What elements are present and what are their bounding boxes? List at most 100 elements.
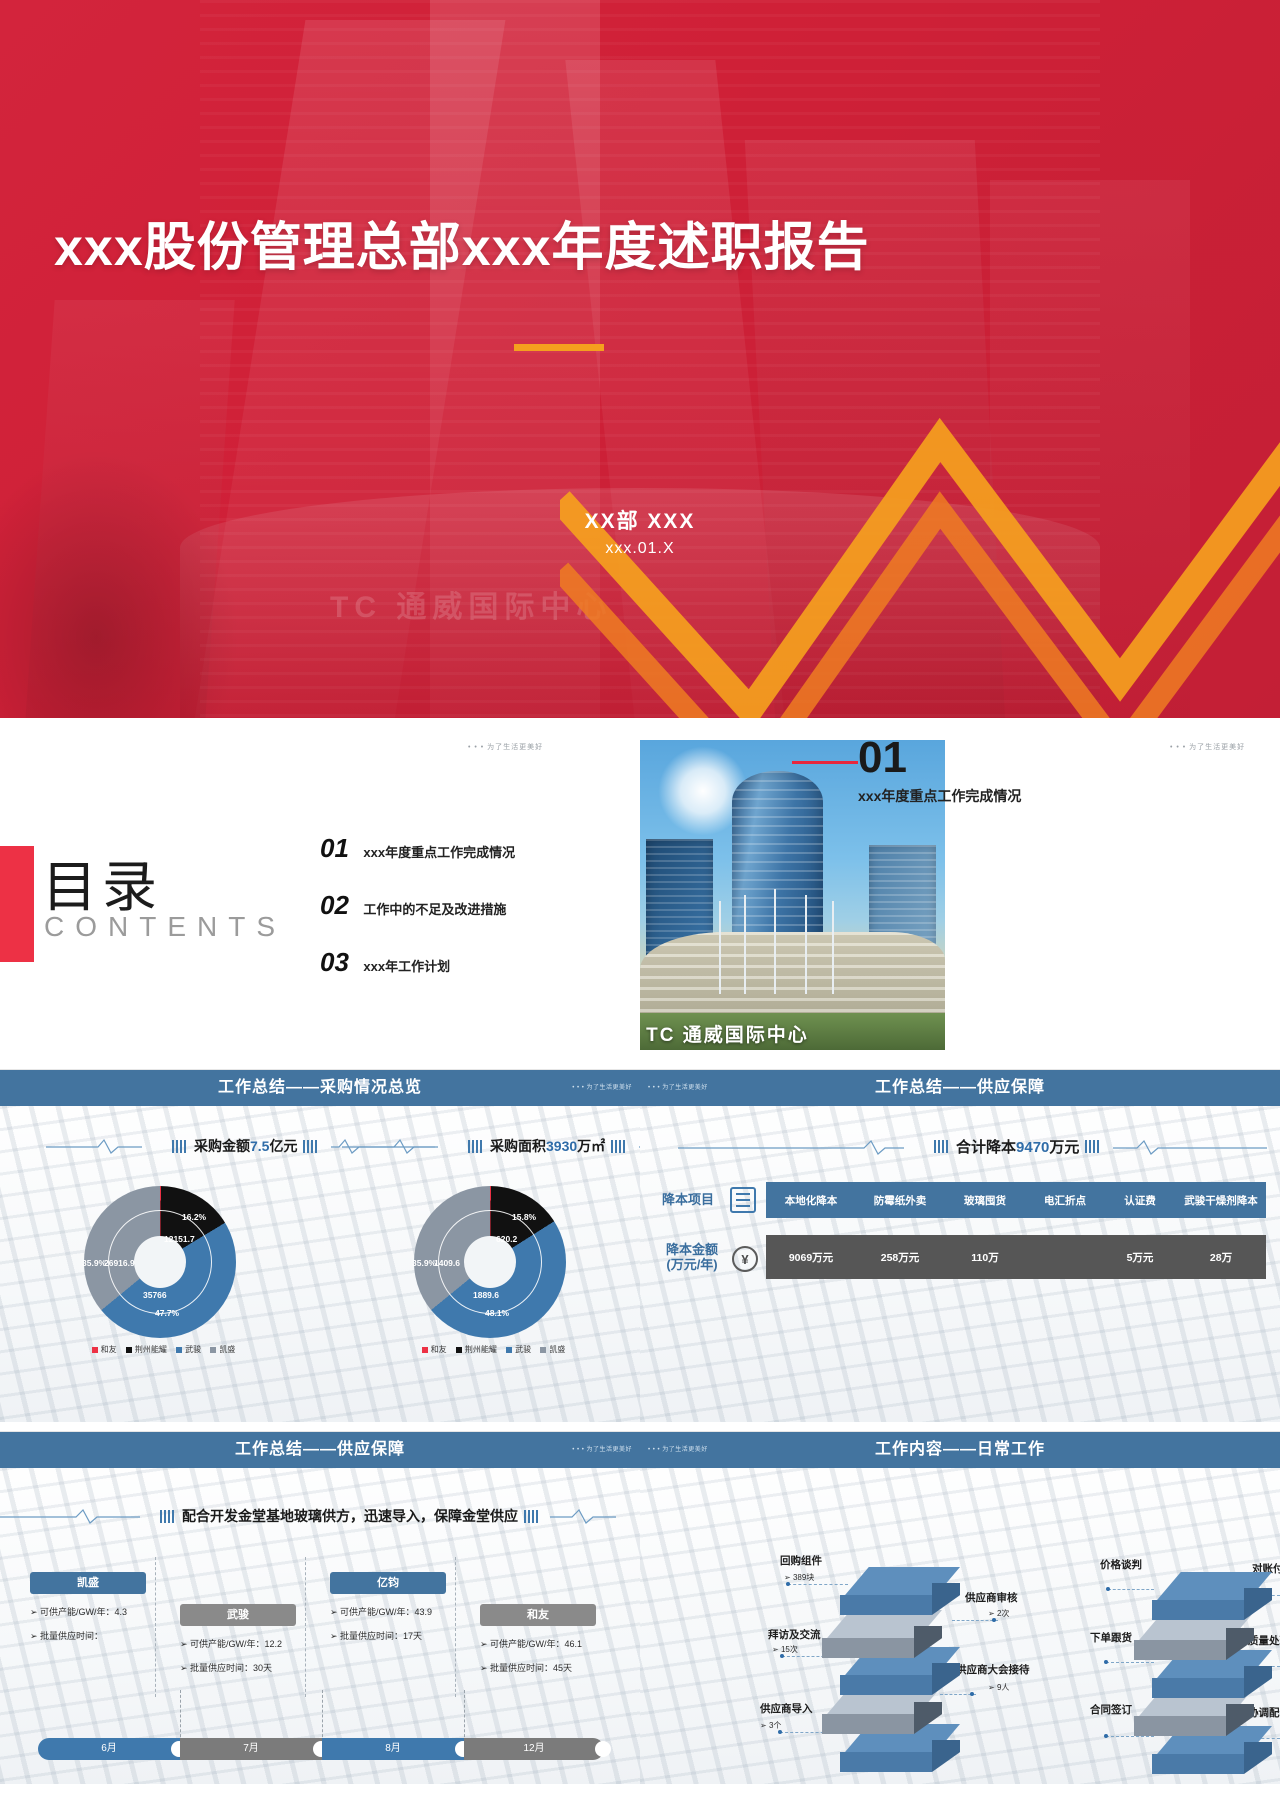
leader-line: [1108, 1589, 1154, 1590]
section-divider-panel: • • • 为了生活更美好 TC 通威国际中心 01 xxx年度重点工作完成情况: [640, 718, 1280, 1070]
table-cell: 110万: [971, 1251, 999, 1264]
donut-inner-label: 26916.9: [104, 1258, 135, 1268]
bars-icon: [172, 1139, 188, 1153]
bars-icon: [160, 1509, 176, 1523]
table-column-header: 认证费: [1124, 1194, 1156, 1207]
leader-line: [788, 1584, 848, 1585]
vendor-banner: 配合开发金堂基地玻璃供方，迅速导入，保障金堂供应: [0, 1506, 616, 1526]
table-value-row: 9069万元 258万元 110万 5万元 28万: [766, 1235, 1266, 1279]
timeline-label: 8月: [385, 1743, 401, 1754]
section-number: 01: [858, 733, 907, 782]
stack-value: ➢ 389块: [784, 1573, 815, 1582]
toc-item-3[interactable]: 03 xxx年工作计划: [320, 947, 450, 978]
flagpole: [774, 888, 777, 995]
donut-legend: 和友 荆州能耀 武骏 凯盛: [390, 1344, 590, 1355]
bars-icon: [1085, 1140, 1102, 1153]
vendor-name-chip: 武骏: [180, 1604, 296, 1626]
stack-slab: [1152, 1572, 1272, 1622]
stack-value: ➢ 3个: [760, 1721, 782, 1730]
slide-header-title: 工作总结——供应保障: [874, 1079, 1045, 1096]
toc-label: 工作中的不足及改进措施: [363, 902, 507, 917]
leader-dot: [1104, 1734, 1108, 1738]
donut-outer-label: 35.9%: [412, 1258, 437, 1268]
chart1-title: 采购金额7.5亿元: [194, 1138, 298, 1154]
wave-line-right-icon: [639, 1146, 640, 1148]
contents-heading-cn: 目录: [42, 856, 163, 918]
toc-item-1[interactable]: 01 xxx年度重点工作完成情况: [320, 833, 515, 864]
title-underline: [514, 344, 604, 351]
flagpole: [832, 901, 835, 995]
table-row-label-amount: 降本金额 (万元/年): [665, 1242, 718, 1272]
corner-dots-right: • • • 为了生活更美好: [1170, 744, 1246, 751]
timeline[interactable]: 6月 7月 8月 12月: [38, 1738, 611, 1760]
donut-outer-label: 48.1%: [485, 1308, 510, 1318]
stack-label: 回购组件: [780, 1555, 822, 1567]
stack-label: 合同签订: [1090, 1704, 1132, 1716]
vendor-name-chip: 凯盛: [30, 1572, 146, 1594]
contents-left-panel: 目录 CONTENTS • • • 为了生活更美好 01 xxx年度重点工作完成…: [0, 718, 640, 1070]
bars-icon: [934, 1140, 950, 1153]
table-cell: 5万元: [1126, 1251, 1154, 1264]
donut-outer-label: 16.2%: [182, 1212, 207, 1222]
donut-inner-label: 1889.6: [473, 1290, 499, 1300]
vendor-card-3[interactable]: 亿钧 ➢ 可供产能/GW/年：43.9 ➢ 批量供应时间：17天: [330, 1572, 446, 1642]
toc-number: 03: [320, 947, 349, 977]
toc-item-2[interactable]: 02 工作中的不足及改进措施: [320, 890, 506, 921]
donut-outer-label: 47.7%: [155, 1308, 180, 1318]
timeline-segment[interactable]: 6月: [38, 1738, 187, 1760]
wave-line-left-icon: [342, 1138, 438, 1154]
list-icon: [730, 1187, 756, 1213]
slide-supply-vendors: 工作总结——供应保障 • • • 为了生活更美好 配合开发金堂基地玻璃供方，迅速…: [0, 1432, 640, 1784]
slide-supply-cost-reduction: 工作总结——供应保障 • • • 为了生活更美好 合计降本9470万元 降本项目…: [640, 1070, 1280, 1422]
stack-slab: [840, 1567, 960, 1617]
vendor-card-1[interactable]: 凯盛 ➢ 可供产能/GW/年：4.3 ➢ 批量供应时间：: [30, 1572, 146, 1642]
table-cell: 9069万元: [788, 1251, 834, 1264]
header-corner-dots: • • • 为了生活更美好: [572, 1447, 632, 1453]
table-column-header: 武骏干燥剂降本: [1184, 1194, 1258, 1207]
timeline-label: 6月: [101, 1743, 117, 1754]
timeline-segment[interactable]: 7月: [180, 1738, 329, 1760]
stack-label: 供应商大会接待: [956, 1664, 1030, 1676]
cost-reduction-total: 合计降本9470万元: [956, 1139, 1080, 1156]
corner-dots-left: • • • 为了生活更美好: [468, 744, 544, 751]
header-corner-dots: • • • 为了生活更美好: [648, 1447, 708, 1453]
leader-dot: [970, 1692, 974, 1696]
donut-legend: 和友 荆州能耀 武骏 凯盛: [60, 1344, 260, 1355]
vendor-detail: ➢ 可供产能/GW/年：46.1: [480, 1639, 583, 1649]
slide-daily-work: 工作内容——日常工作 • • • 为了生活更美好 回购组件 ➢ 389块 供应商…: [640, 1432, 1280, 1784]
presenter-name: XX部 XXX: [584, 510, 696, 533]
page-title: xxx股份管理总部xxx年度述职报告: [54, 219, 870, 277]
vendor-name-chip: 亿钧: [330, 1572, 446, 1594]
donut-inner-label: 620.2: [496, 1234, 518, 1244]
wave-line-left-icon: [0, 1509, 140, 1524]
vendor-detail: ➢ 批量供应时间：45天: [480, 1663, 573, 1673]
wave-line-right-icon: [550, 1509, 616, 1524]
slide-title: TC 通威国际中心 xxx股份管理总部xxx年度述职报告 XX部 XXX xxx…: [0, 0, 1280, 718]
timeline-label: 7月: [243, 1743, 259, 1754]
stack-label: 拜访及交流: [768, 1629, 821, 1641]
donut-chart-amount: 16.2% 47.7% 35.9% 12151.7 35766 26916.9 …: [60, 1186, 260, 1354]
vendor-detail: ➢ 批量供应时间：: [30, 1631, 104, 1641]
presentation-date: xxx.01.X: [605, 540, 675, 557]
vendor-detail: ➢ 批量供应时间：17天: [330, 1631, 423, 1641]
timeline-tick: [180, 1690, 181, 1742]
timeline-segment[interactable]: 12月: [464, 1738, 611, 1760]
slide-procurement-overview: 工作总结——采购情况总览 • • • 为了生活更美好 采购金额7.5亿元 16.…: [0, 1070, 640, 1422]
stack-value: ➢ 2次: [988, 1609, 1010, 1618]
donut-inner-label: 35766: [143, 1290, 167, 1300]
slide-header-bar: 工作内容——日常工作 • • • 为了生活更美好: [640, 1432, 1280, 1468]
stack-label: 供应商导入: [760, 1703, 813, 1715]
table-column-header: 电汇折点: [1044, 1194, 1086, 1207]
presentation-deck: TC 通威国际中心 xxx股份管理总部xxx年度述职报告 XX部 XXX xxx…: [0, 0, 1280, 1800]
vendor-divider: [305, 1557, 306, 1697]
table-column-header: 本地化降本: [784, 1194, 838, 1207]
leader-line: [1106, 1662, 1154, 1663]
slide-header-bar: 工作总结——采购情况总览 • • • 为了生活更美好: [0, 1070, 640, 1106]
timeline-tick: [464, 1690, 465, 1742]
timeline-segment[interactable]: 8月: [322, 1738, 471, 1760]
vendor-card-4[interactable]: 和友 ➢ 可供产能/GW/年：46.1 ➢ 批量供应时间：45天: [480, 1604, 596, 1674]
bars-icon: [611, 1139, 628, 1153]
stack-label: 供应商审核: [965, 1592, 1018, 1604]
vendor-card-2[interactable]: 武骏 ➢ 可供产能/GW/年：12.2 ➢ 批量供应时间：30天: [180, 1604, 296, 1674]
chart2-heading: 采购面积3930万㎡: [342, 1136, 640, 1156]
